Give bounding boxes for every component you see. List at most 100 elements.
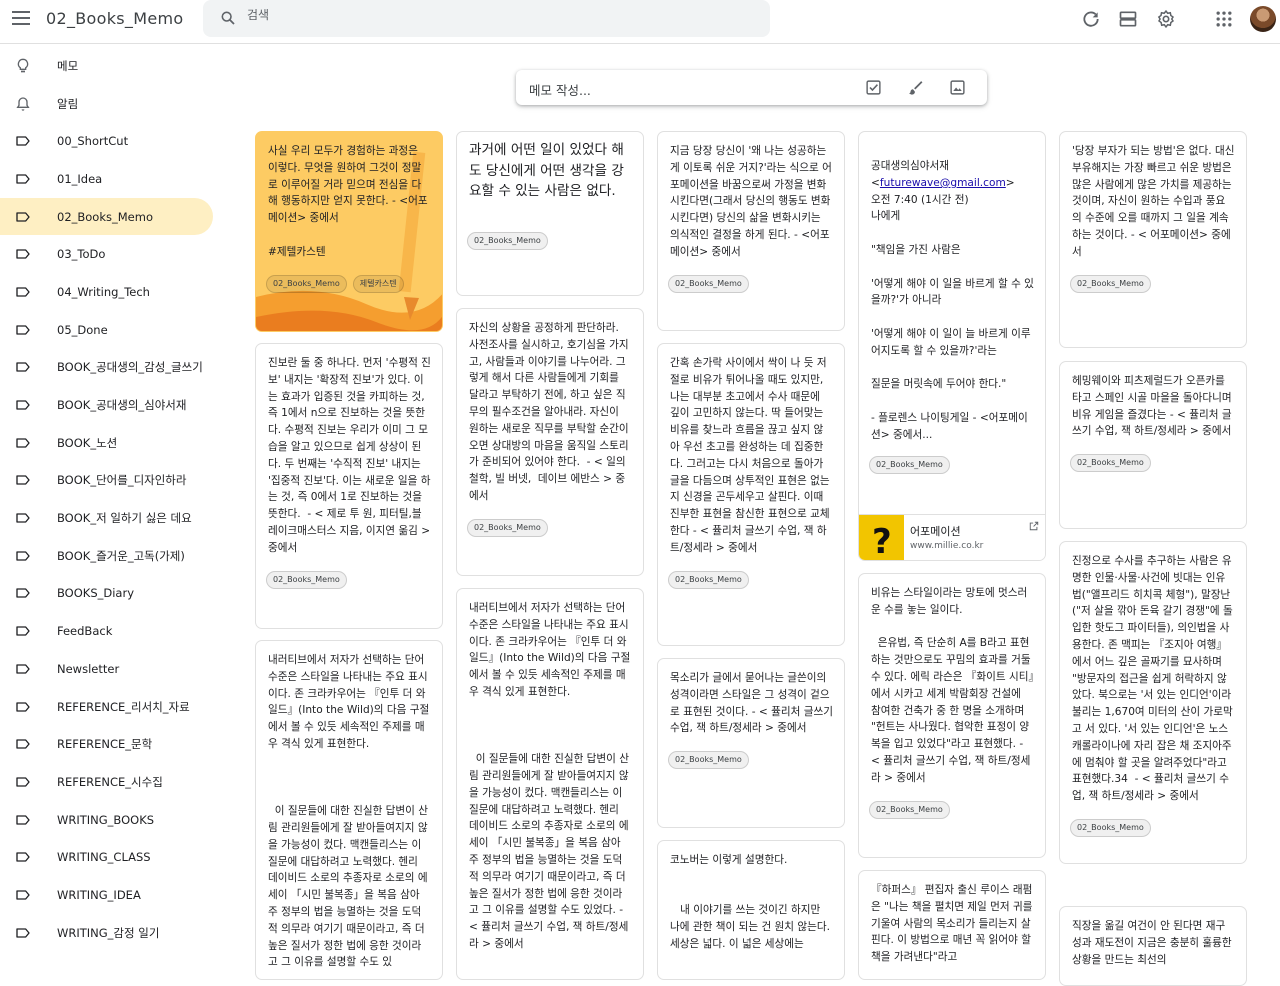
note-body: 내러티브에서 저자가 선택하는 단어 수준은 스타일을 나타내는 주요 표시이다… [268,654,430,969]
label-icon [16,513,30,523]
sidebar-item[interactable]: BOOK_단어를_디자인하라 [0,462,240,500]
sidebar-item[interactable]: WRITING_CLASS [0,838,240,876]
sidebar-item[interactable]: WRITING_IDEA [0,876,240,914]
note-body: 헤밍웨이와 피츠제럴드가 오픈카를 타고 스페인 시골 마을을 돌아다니며 비유… [1072,375,1236,438]
note-card[interactable]: 공대생의심야서재 <futurewave@gmail.com> 오전 7:40 … [858,131,1046,561]
sidebar-item[interactable]: WRITING_감정 일기 [0,914,240,952]
label-chip[interactable]: 02_Books_Memo [467,231,548,250]
search-icon[interactable] [220,10,236,26]
email-link[interactable]: futurewave@gmail.com [880,177,1006,189]
label-chip[interactable]: 02_Books_Memo [869,455,950,474]
note-card[interactable]: 『하퍼스』 편집자 출신 루이스 래펌은 "나는 책을 펼치면 제일 먼저 귀를… [858,870,1046,980]
sidebar-item[interactable]: 알림 [0,85,240,123]
note-body: 간혹 손가락 사이에서 싹이 나 듯 저절로 비유가 튀어나올 때도 있지만, … [670,357,830,554]
take-note-placeholder[interactable]: 메모 작성... [529,80,591,99]
note-card[interactable]: '당장 부자가 되는 방법'은 없다. 대신 부유해지는 가장 빠르고 쉬운 방… [1059,131,1247,348]
sidebar-item[interactable]: BOOK_공대생의_심야서재 [0,386,240,424]
sidebar-item[interactable]: FeedBack [0,612,240,650]
sidebar-item-label: REFERENCE_리서치_자료 [57,699,190,714]
note-body: 목소리가 글에서 묻어나는 글쓴이의 성격이라면 스타일은 그 성격이 겉으로 … [670,672,837,735]
sidebar-item-label: 00_ShortCut [57,134,129,149]
label-chip[interactable]: 02_Books_Memo [266,274,347,293]
sidebar-item[interactable]: REFERENCE_시수집 [0,763,240,801]
apps-grid-icon[interactable] [1214,9,1234,29]
new-drawing-brush-icon[interactable] [907,79,924,96]
note-card[interactable]: 코노버는 이렇게 설명한다. 내 이야기를 쓰는 것이긴 하지만 나에 관한 책… [657,840,845,980]
label-chip[interactable]: 02_Books_Memo [1070,454,1151,473]
label-icon [16,852,30,862]
app-title: 02_Books_Memo [46,9,184,28]
sidebar-item[interactable]: BOOKS_Diary [0,575,240,613]
note-card[interactable]: 사실 우리 모두가 경험하는 과정은 이렇다. 무엇을 원하여 그것이 정말로 … [255,131,443,332]
settings-gear-icon[interactable] [1156,9,1176,29]
sidebar-item[interactable]: REFERENCE_리서치_자료 [0,688,240,726]
sidebar-item[interactable]: 01_Idea [0,160,240,198]
sidebar-item[interactable]: 04_Writing_Tech [0,273,240,311]
sidebar-item[interactable]: 05_Done [0,311,240,349]
label-icon [16,739,30,749]
lightbulb-icon [17,58,29,73]
label-icon [16,174,30,184]
sidebar-item-label: BOOK_저 일하기 싫은 데요 [57,511,192,526]
sidebar-item-label: BOOK_노션 [57,435,118,450]
main-menu-icon[interactable] [12,11,30,25]
note-title: 과거에 어떤 일이 있었다 해도 당신에게 어떤 생각을 강요할 수 있는 사람… [469,142,624,199]
sidebar-item-label: 04_Writing_Tech [57,284,150,299]
sidebar-item-label: BOOKS_Diary [57,586,135,601]
label-icon [16,927,30,938]
note-card[interactable]: 진보란 둘 중 하나다. 먼저 '수평적 진보' 내지는 '확장적 진보'가 있… [255,343,443,629]
sidebar-item[interactable]: REFERENCE_문학 [0,725,240,763]
sidebar-item[interactable]: BOOK_공대생의_감성_글쓰기 [0,349,240,387]
label-chip[interactable]: 02_Books_Memo [467,518,548,537]
sidebar-item[interactable]: BOOK_저 일하기 싫은 데요 [0,499,240,537]
note-card[interactable]: 헤밍웨이와 피츠제럴드가 오픈카를 타고 스페인 시골 마을을 돌아다니며 비유… [1059,361,1247,529]
label-chip[interactable]: 02_Books_Memo [668,570,749,589]
note-body: 코노버는 이렇게 설명한다. 내 이야기를 쓰는 것이긴 하지만 나에 관한 책… [670,854,831,950]
note-card[interactable]: 비유는 스타일이라는 망토에 멋스러운 수를 놓는 일이다. 은유법, 즉 단순… [858,573,1046,858]
note-card[interactable]: 간혹 손가락 사이에서 싹이 나 듯 저절로 비유가 튀어나올 때도 있지만, … [657,343,845,646]
label-chip[interactable]: 02_Books_Memo [869,800,950,819]
take-note-composer[interactable]: 메모 작성... [516,70,987,105]
account-avatar[interactable] [1250,6,1276,32]
sidebar-item[interactable]: BOOK_노션 [0,424,240,462]
sidebar-item-label: 03_ToDo [57,247,106,262]
search-input[interactable] [247,8,647,22]
link-url: www.millie.co.kr [910,541,984,551]
sidebar-item-label: WRITING_IDEA [57,887,141,902]
label-chip[interactable]: 02_Books_Memo [1070,818,1151,837]
note-card[interactable]: 내러티브에서 저자가 선택하는 단어 수준은 스타일을 나타내는 주요 표시이다… [456,588,644,980]
sidebar-item[interactable]: 00_ShortCut [0,122,240,160]
sidebar-item-label: REFERENCE_문학 [57,737,153,752]
note-card[interactable]: 자신의 상황을 공정하게 판단하라. 사전조사를 실시하고, 호기심을 가지고,… [456,308,644,576]
note-card[interactable]: 지금 당장 당신이 '왜 나는 성공하는 게 이토록 쉬운 거지?'라는 식으로… [657,131,845,331]
sidebar-item[interactable]: 03_ToDo [0,235,240,273]
label-icon [16,400,30,410]
label-chip[interactable]: 02_Books_Memo [668,274,749,293]
sidebar-item-label: Newsletter [57,661,120,676]
list-view-icon[interactable] [1118,9,1138,29]
new-image-icon[interactable] [949,79,966,96]
note-body: 지금 당장 당신이 '왜 나는 성공하는 게 이토록 쉬운 거지?'라는 식으로… [670,145,832,258]
note-card[interactable]: 직장을 옮길 여건이 안 된다면 재구성과 재도전이 지금은 충분히 훌륭한 상… [1059,906,1247,986]
note-body: 공대생의심야서재 <futurewave@gmail.com> 오전 7:40 … [859,132,1045,444]
sidebar-item[interactable]: BOOK_즐거운_고독(가제) [0,537,240,575]
label-chip[interactable]: 02_Books_Memo [1070,274,1151,293]
label-chip[interactable]: 02_Books_Memo [668,751,749,770]
refresh-icon[interactable] [1081,9,1101,29]
label-chip[interactable]: 02_Books_Memo [266,570,347,589]
sidebar-item[interactable]: 02_Books_Memo [0,197,240,236]
label-chip[interactable]: 제텔카스텐 [352,274,404,293]
note-card[interactable]: 과거에 어떤 일이 있었다 해도 당신에게 어떤 생각을 강요할 수 있는 사람… [456,131,644,296]
note-card[interactable]: 진정으로 수사를 추구하는 사람은 유명한 인물·사물·사건에 빗대는 인유법(… [1059,541,1247,864]
sidebar-item-label: BOOK_공대생의_심야서재 [57,398,187,413]
new-list-checkbox-icon[interactable] [865,79,882,96]
open-link-icon[interactable] [1029,521,1039,531]
note-card[interactable]: 내러티브에서 저자가 선택하는 단어 수준은 스타일을 나타내는 주요 표시이다… [255,640,443,980]
sidebar-item[interactable]: 메모 [0,47,240,85]
link-preview[interactable]: ? 어포메이션 www.millie.co.kr [859,514,1045,560]
sidebar-item-label: 02_Books_Memo [57,209,153,224]
note-card[interactable]: 목소리가 글에서 묻어나는 글쓴이의 성격이라면 스타일은 그 성격이 겉으로 … [657,658,845,828]
sidebar-item[interactable]: WRITING_BOOKS [0,801,240,839]
sidebar-item[interactable]: Newsletter [0,650,240,688]
search-bar[interactable] [203,0,770,37]
